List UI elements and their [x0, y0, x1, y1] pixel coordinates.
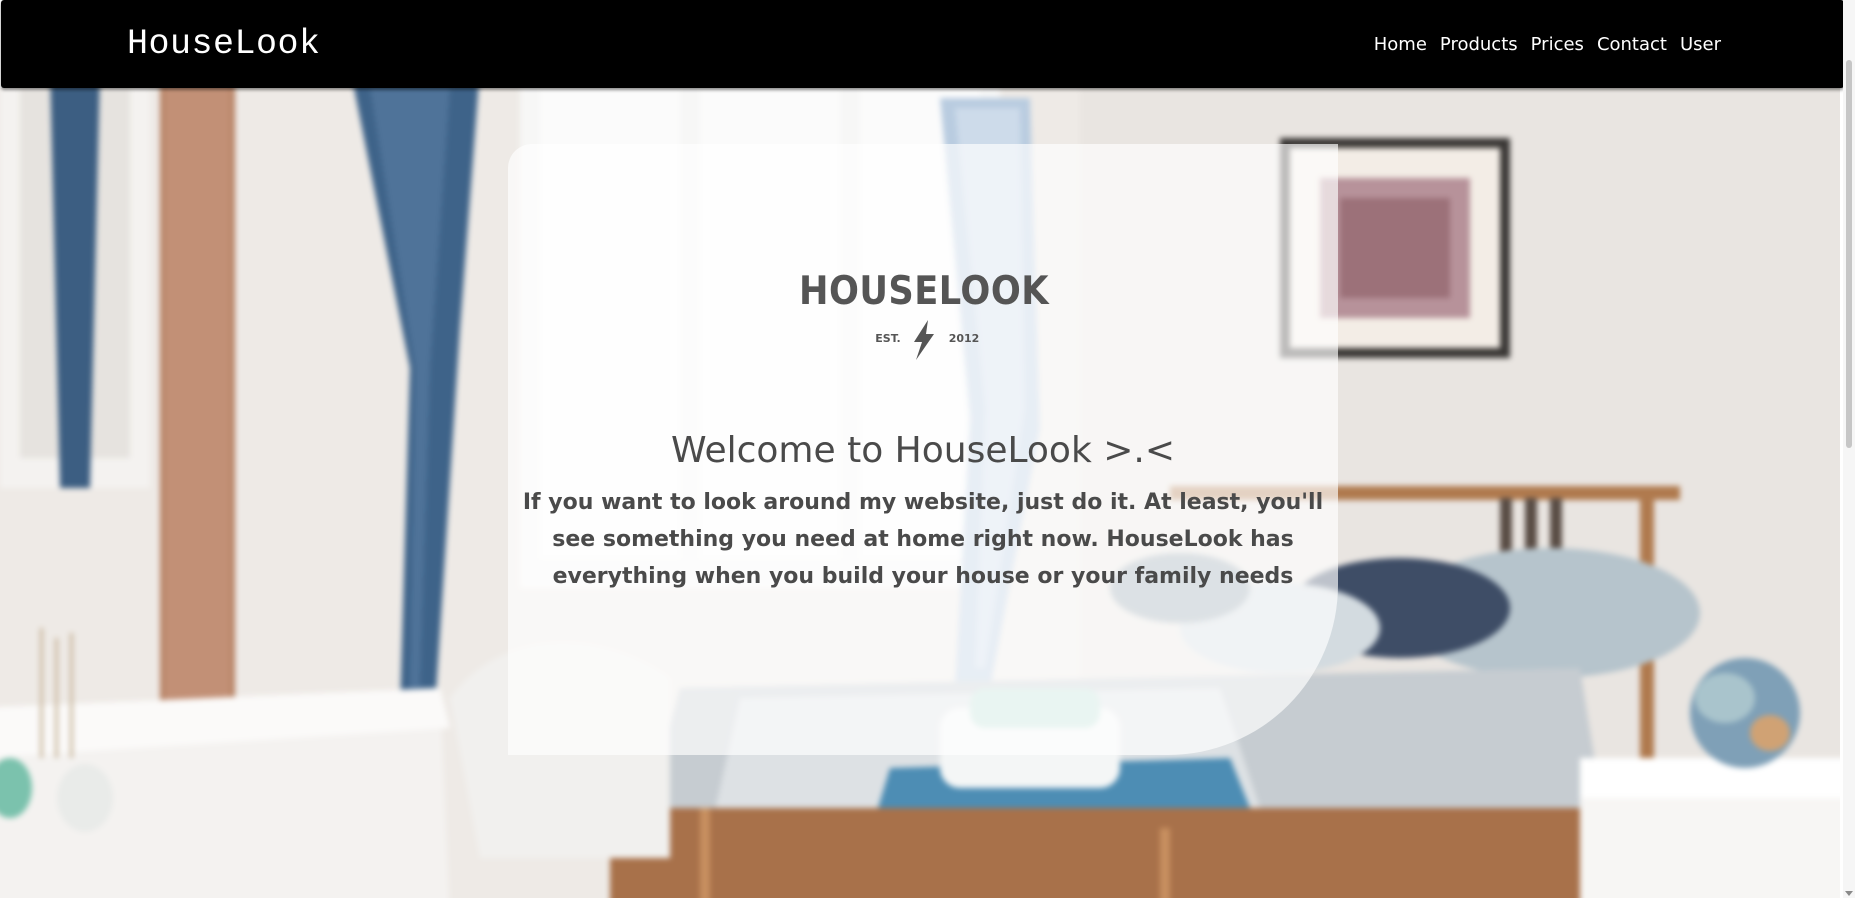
page-scrollbar[interactable] — [1843, 0, 1855, 898]
nav-link-home[interactable]: Home — [1374, 34, 1427, 55]
top-navbar: HouseLook Home Products Prices Contact U… — [1, 0, 1844, 88]
scrollbar-thumb[interactable] — [1846, 60, 1852, 448]
nav-link-contact[interactable]: Contact — [1597, 34, 1667, 55]
logo-est-label: EST. — [875, 332, 900, 345]
nav-link-user[interactable]: User — [1680, 34, 1721, 55]
nav-link-products[interactable]: Products — [1440, 34, 1518, 55]
welcome-card: HOUSELOOK EST. 2012 Welcome to HouseLook… — [508, 144, 1338, 755]
lightning-bolt-icon — [914, 320, 934, 360]
logo-year-label: 2012 — [949, 332, 980, 345]
welcome-heading: Welcome to HouseLook >.< — [670, 430, 1176, 471]
brand-logo-link[interactable]: HouseLook — [127, 24, 321, 64]
houselook-logo: HOUSELOOK EST. 2012 — [799, 269, 1050, 360]
logo-wordmark: HOUSELOOK — [799, 269, 1050, 314]
nav-link-prices[interactable]: Prices — [1531, 34, 1584, 55]
nav-menu: Home Products Prices Contact User — [1374, 34, 1721, 55]
scroll-down-arrow-icon[interactable] — [1845, 891, 1853, 896]
welcome-paragraph: If you want to look around my website, j… — [522, 490, 1324, 589]
